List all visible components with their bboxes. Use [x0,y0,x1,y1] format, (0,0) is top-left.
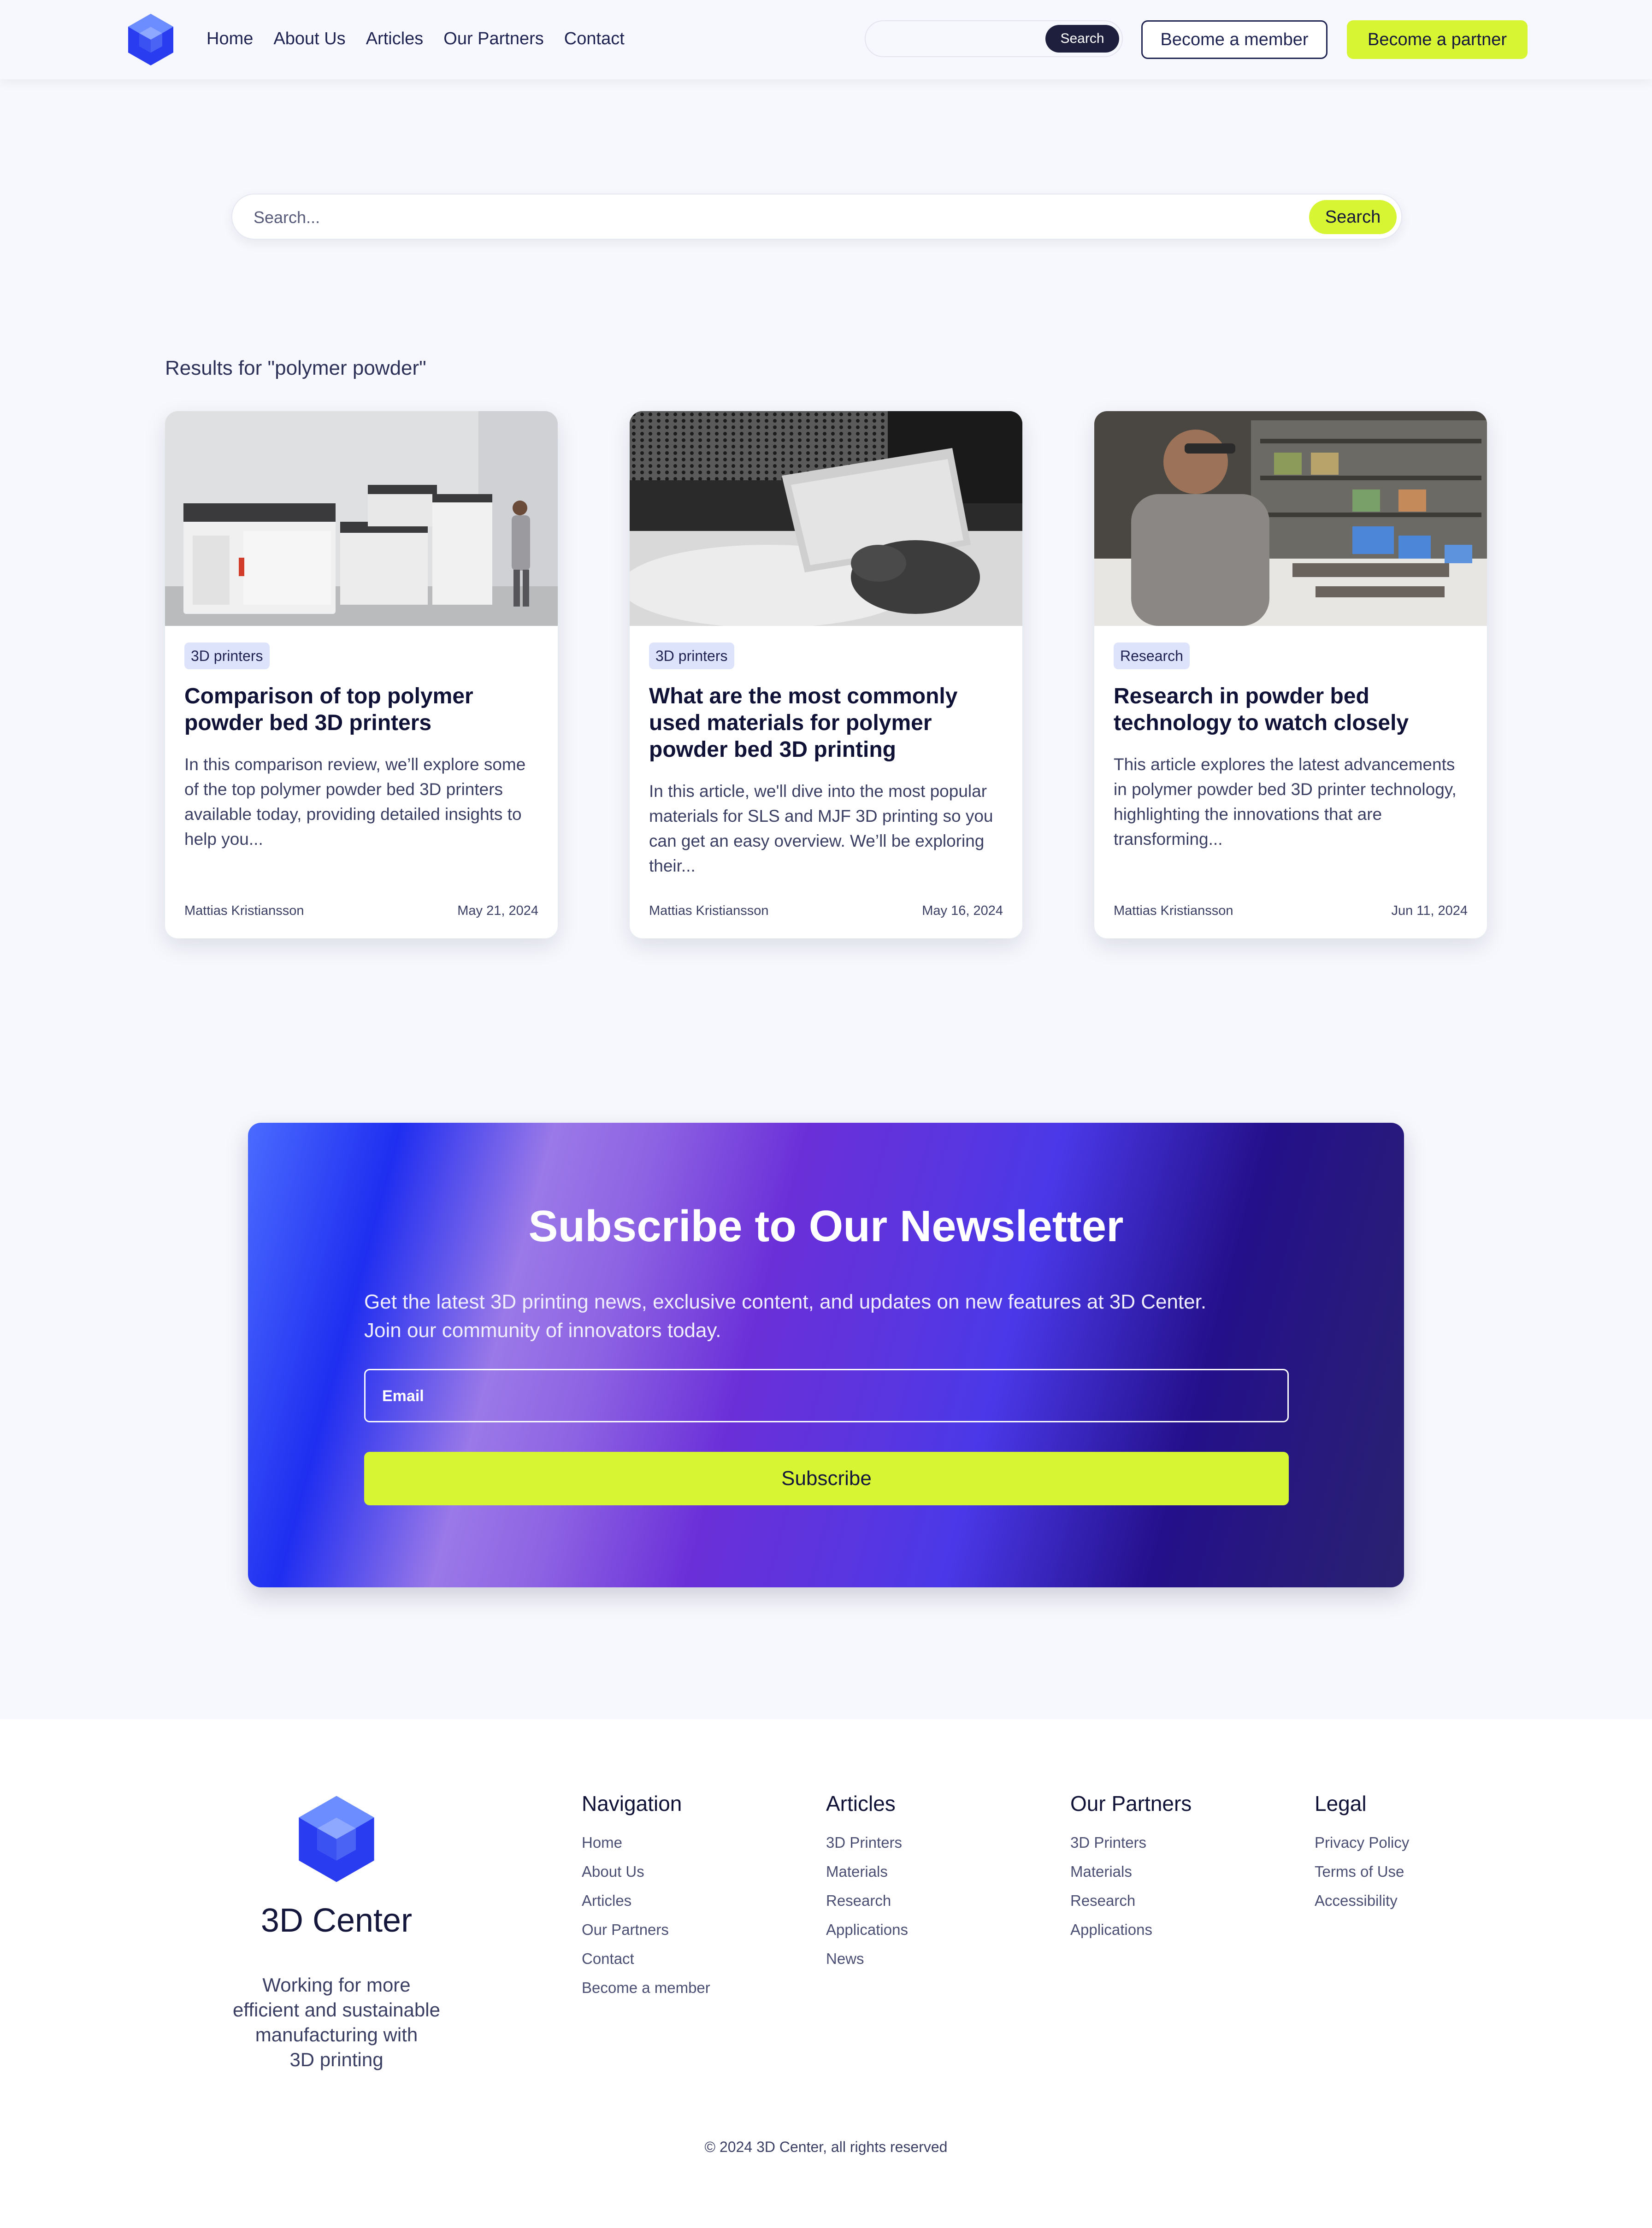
newsletter-email-input[interactable] [381,1384,1257,1408]
article-date: May 21, 2024 [457,903,538,918]
footer-column-title: Articles [826,1792,896,1815]
footer-link[interactable]: Applications [1070,1915,1192,1944]
footer-link[interactable]: Privacy Policy [1315,1828,1409,1857]
article-title[interactable]: Research in powder bed technology to wat… [1114,683,1464,737]
footer-link[interactable]: Articles [582,1886,710,1915]
nav-home[interactable]: Home [206,27,253,51]
nav-contact[interactable]: Contact [564,27,625,51]
article-excerpt: In this article, we'll dive into the mos… [649,782,993,875]
newsletter-title: Subscribe to Our Newsletter [528,1202,1124,1251]
footer-brand: 3D Center [260,1902,413,1939]
footer-link[interactable]: 3D Printers [1070,1828,1192,1857]
cube-logo-icon[interactable] [125,12,176,67]
article-card[interactable]: Research Research in powder bed technolo… [1094,411,1487,938]
tagline-line: manufacturing with [255,2024,418,2045]
footer-link[interactable]: 3D Printers [826,1828,908,1857]
article-image-research [1094,411,1487,626]
footer-column-legal: Legal Privacy Policy Terms of Use Access… [1315,1791,1409,1915]
main-search-button[interactable]: Search [1309,200,1397,234]
category-tag[interactable]: Research [1114,642,1190,669]
footer-link[interactable]: Home [582,1828,710,1857]
article-image-printers [165,411,558,626]
footer-link[interactable]: Materials [1070,1857,1192,1886]
tagline-line: Working for more [262,1974,411,1996]
header-search-input[interactable] [877,28,1052,51]
category-tag[interactable]: 3D printers [184,642,270,669]
article-date: Jun 11, 2024 [1391,903,1468,918]
footer-column-articles: Articles 3D Printers Materials Research … [826,1791,908,1973]
footer-link[interactable]: Become a member [582,1973,710,2002]
newsletter-section: Subscribe to Our Newsletter Get the late… [248,1123,1404,1587]
category-tag[interactable]: 3D printers [649,642,734,669]
tagline-line: efficient and sustainable [233,1999,440,2021]
footer-tagline: Working for more efficient and sustainab… [217,1973,456,2072]
footer-link[interactable]: News [826,1944,908,1973]
footer-column-navigation: Navigation Home About Us Articles Our Pa… [582,1791,710,2002]
nav-articles[interactable]: Articles [366,27,424,51]
article-title[interactable]: Comparison of top polymer powder bed 3D … [184,683,535,737]
article-title[interactable]: What are the most commonly used material… [649,683,999,763]
nav-about[interactable]: About Us [273,27,345,51]
copyright: © 2024 3D Center, all rights reserved [704,2139,948,2155]
tagline-line: 3D printing [289,2049,384,2070]
footer-link[interactable]: Our Partners [582,1915,710,1944]
become-member-button[interactable]: Become a member [1141,20,1328,59]
site-header: Home About Us Articles Our Partners Cont… [0,0,1652,79]
newsletter-email-field [364,1369,1289,1422]
main-search: Search [231,194,1402,240]
become-partner-button[interactable]: Become a partner [1347,20,1528,59]
article-image-powder [630,411,1022,626]
footer-column-title: Legal [1315,1792,1367,1815]
article-author: Mattias Kristiansson [649,903,769,918]
cube-logo-icon[interactable] [294,1793,379,1885]
header-search: Search [865,20,1123,57]
article-card[interactable]: 3D printers What are the most commonly u… [630,411,1022,938]
article-author: Mattias Kristiansson [1114,903,1233,918]
site-footer: 3D Center Working for more efficient and… [0,1719,1652,2228]
results-heading: Results for "polymer powder" [165,357,426,379]
article-excerpt: In this comparison review, we’ll explore… [184,755,526,849]
footer-link[interactable]: Research [1070,1886,1192,1915]
footer-link[interactable]: Contact [582,1944,710,1973]
newsletter-description: Get the latest 3D printing news, exclusi… [364,1291,1207,1342]
subscribe-button[interactable]: Subscribe [364,1452,1289,1505]
footer-column-partners: Our Partners 3D Printers Materials Resea… [1070,1791,1192,1944]
nav-partners[interactable]: Our Partners [443,27,544,51]
article-author: Mattias Kristiansson [184,903,304,918]
footer-column-title: Our Partners [1070,1792,1192,1815]
article-date: May 16, 2024 [922,903,1003,918]
article-excerpt: This article explores the latest advance… [1114,755,1457,849]
footer-column-title: Navigation [582,1792,682,1815]
header-search-button[interactable]: Search [1045,25,1119,53]
main-nav: Home About Us Articles Our Partners Cont… [206,27,645,51]
main-search-input[interactable] [253,205,1267,230]
footer-link[interactable]: Research [826,1886,908,1915]
footer-link[interactable]: Materials [826,1857,908,1886]
footer-link[interactable]: Accessibility [1315,1886,1409,1915]
footer-link[interactable]: Terms of Use [1315,1857,1409,1886]
footer-link[interactable]: Applications [826,1915,908,1944]
footer-link[interactable]: About Us [582,1857,710,1886]
article-card[interactable]: 3D printers Comparison of top polymer po… [165,411,558,938]
